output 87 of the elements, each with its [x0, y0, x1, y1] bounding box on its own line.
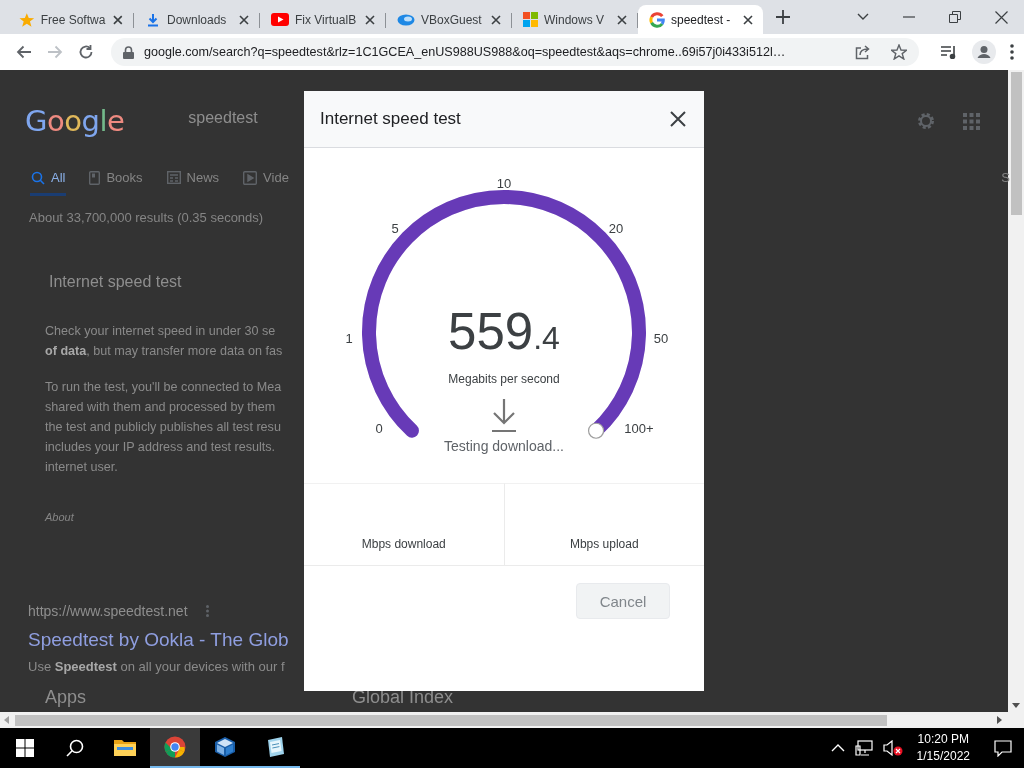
swirl-logo-icon: [397, 12, 415, 27]
search-query: speedtest: [188, 109, 258, 127]
clock-time: 10:20 PM: [917, 731, 969, 748]
search-icon: [31, 170, 45, 185]
close-icon[interactable]: [237, 12, 251, 27]
star-icon: [19, 11, 35, 28]
media-queue-icon[interactable]: [940, 45, 958, 59]
card-title: Internet speed test: [49, 273, 183, 291]
paragraph-line: of data, but may transfer more data on fas: [45, 343, 283, 360]
gauge-needle: [587, 422, 605, 439]
sitelink[interactable]: Global Index: [352, 687, 454, 708]
close-icon[interactable]: [995, 10, 1008, 24]
browser-tab[interactable]: Windows V: [512, 5, 637, 34]
reload-icon[interactable]: [78, 44, 94, 60]
search-tab[interactable]: Vide: [242, 170, 290, 196]
clock-date: 1/15/2022: [916, 748, 970, 765]
search-tab[interactable]: Books: [88, 170, 144, 196]
restore-icon[interactable]: [949, 11, 961, 23]
search-tab[interactable]: News: [165, 170, 221, 196]
gauge-tick-label: 10: [496, 176, 512, 191]
browser-tab[interactable]: VBoxGuest: [386, 5, 511, 34]
share-icon[interactable]: [855, 44, 871, 60]
chevron-down-icon[interactable]: [857, 13, 869, 21]
result-url: https://www.speedtest.net: [28, 603, 188, 619]
paragraph-line: shared with them and processed by them: [45, 399, 276, 416]
close-icon[interactable]: [615, 12, 629, 27]
paragraph-line: Check your internet speed in under 30 se: [45, 323, 276, 340]
close-icon[interactable]: [741, 12, 755, 27]
back-arrow-icon[interactable]: [16, 45, 32, 59]
video-icon: [243, 170, 258, 185]
windows-start-icon[interactable]: [16, 739, 34, 757]
sitelink[interactable]: Apps: [45, 687, 352, 708]
search-tab[interactable]: All: [30, 170, 67, 196]
dialog-title: Internet speed test: [320, 109, 461, 129]
close-icon[interactable]: [670, 111, 686, 127]
paragraph-line: To run the test, you'll be connected to Mea: [45, 379, 282, 396]
windows-icon: [523, 12, 538, 27]
folder-icon[interactable]: [114, 738, 136, 756]
result-snippet: Use Speedtest on all your devices with our f: [28, 659, 286, 674]
google-g-icon: [649, 11, 665, 28]
speed-value: 559.4: [448, 306, 560, 357]
video-play-icon: [271, 13, 289, 26]
profile-avatar-icon[interactable]: [972, 40, 996, 64]
browser-tab[interactable]: Fix VirtualB: [260, 5, 385, 34]
result-stats: About 33,700,000 results (0.35 seconds): [29, 210, 265, 225]
paragraph-line: the test and publicly publishes all test resu: [45, 419, 281, 436]
star-outline-icon[interactable]: [891, 44, 907, 60]
chevron-up-icon[interactable]: [830, 744, 845, 752]
download-icon: [145, 11, 161, 28]
download-arrow-icon: [491, 398, 517, 432]
browser-tab[interactable]: Free Softwa: [8, 5, 133, 34]
gauge-tick-label: 0: [375, 421, 383, 436]
plus-icon[interactable]: [776, 10, 790, 24]
close-icon[interactable]: [489, 12, 503, 27]
speed-unit: Megabits per second: [448, 372, 560, 386]
scroll-down-icon[interactable]: [1012, 703, 1020, 708]
taskbar-app-button[interactable]: [150, 728, 200, 768]
result-label: Mbps download: [361, 537, 446, 551]
scroll-right-icon[interactable]: [997, 716, 1002, 724]
paragraph-line: internet user.: [45, 459, 118, 476]
more-menu-icon[interactable]: [1010, 44, 1014, 60]
gauge-tick-label: 50: [653, 331, 669, 346]
gauge-tick-label: 5: [391, 221, 399, 236]
book-icon: [89, 170, 101, 185]
gauge-tick-label: 20: [608, 221, 624, 236]
network-icon[interactable]: [854, 740, 873, 756]
search-icon[interactable]: [66, 739, 84, 757]
address-bar[interactable]: google.com/search?q=speedtest&rlz=1C1GCEA_enUS988US988&oq=speedtest&aqs=chrome..69i57j0i433i512l…: [111, 38, 919, 66]
volume-muted-icon[interactable]: [882, 740, 903, 756]
close-icon[interactable]: [363, 12, 377, 27]
gauge-tick-label: 1: [345, 331, 353, 346]
scrollbar-thumb[interactable]: [1010, 72, 1022, 215]
chrome-icon[interactable]: [164, 736, 186, 758]
newspaper-icon: [166, 171, 181, 184]
browser-tab[interactable]: Downloads: [134, 5, 259, 34]
scrollbar-thumb[interactable]: [15, 714, 887, 726]
cube-icon[interactable]: [214, 736, 236, 758]
google-logo: Google: [25, 104, 125, 138]
gauge-tick-label: 100+: [624, 421, 654, 436]
browser-tab[interactable]: speedtest -: [638, 5, 763, 34]
paragraph-line: includes your IP address and test results.: [45, 439, 276, 456]
result-title-link[interactable]: Speedtest by Ookla - The Glob: [28, 629, 1008, 651]
about-link[interactable]: About: [45, 511, 1008, 523]
lock-icon: [123, 45, 134, 59]
notification-icon[interactable]: [994, 739, 1012, 757]
result-label: Mbps upload: [569, 537, 639, 551]
test-status: Testing download...: [444, 438, 564, 454]
